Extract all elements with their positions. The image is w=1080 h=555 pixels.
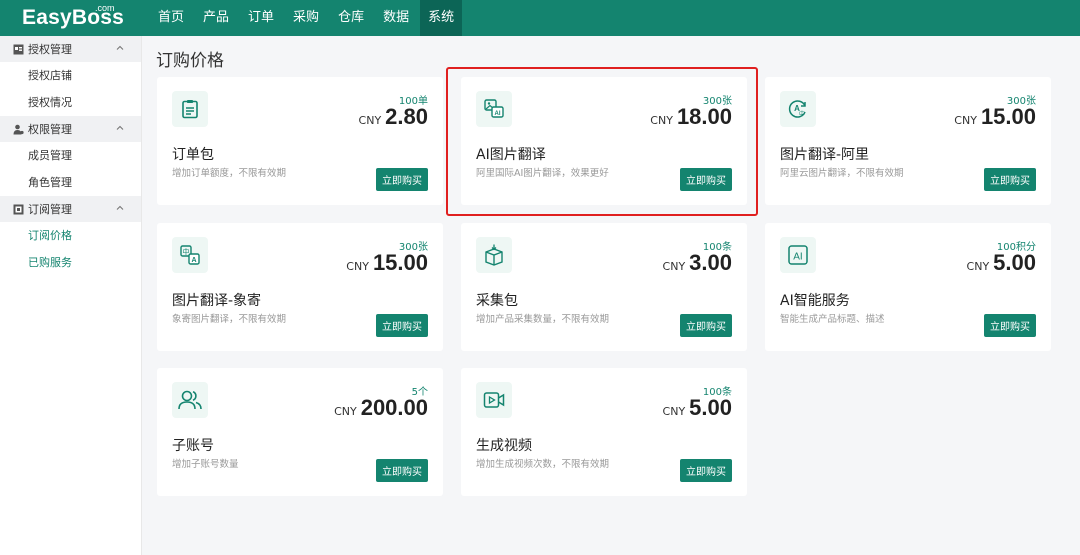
nav-home[interactable]: 首页 — [150, 0, 192, 36]
product-card-sub-account: 5个 CNY 200.00 子账号 增加子账号数量 立即购买 — [157, 368, 443, 496]
brand-logo[interactable]: EasyBoss .com — [0, 0, 142, 36]
sidebar-group-permissions[interactable]: 权限管理 — [0, 116, 141, 142]
product-name: 采集包 — [476, 293, 518, 309]
price-value: 5.00 — [993, 250, 1036, 275]
buy-now-button[interactable]: 立即购买 — [376, 314, 428, 337]
box-download-icon — [476, 237, 512, 273]
price-value: 18.00 — [676, 104, 732, 129]
svg-text:A: A — [191, 257, 196, 264]
price-value: 15.00 — [372, 250, 428, 275]
clipboard-icon — [172, 91, 208, 127]
currency: CNY — [662, 405, 686, 418]
ai-image-translate-icon: AI — [476, 91, 512, 127]
product-price: CNY 2.80 — [359, 104, 428, 130]
main-nav: 首页 产品 订单 采购 仓库 数据 系统 — [150, 0, 465, 36]
nav-products[interactable]: 产品 — [195, 0, 237, 36]
currency: CNY — [358, 114, 382, 127]
product-description: 增加子账号数量 — [172, 459, 239, 470]
translate-cycle-icon: A中 — [780, 91, 816, 127]
product-name: 订单包 — [172, 147, 214, 163]
product-description: 增加订单额度，不限有效期 — [172, 168, 287, 179]
product-description: 象寄图片翻译，不限有效期 — [172, 314, 287, 325]
price-value: 3.00 — [689, 250, 732, 275]
product-description: 增加产品采集数量，不限有效期 — [476, 314, 610, 325]
nav-data[interactable]: 数据 — [375, 0, 417, 36]
buy-now-button[interactable]: 立即购买 — [680, 459, 732, 482]
users-icon — [172, 382, 208, 418]
chevron-up-icon — [116, 205, 124, 210]
product-card-ai-image-translate: AI 300张 CNY 18.00 AI图片翻译 阿里国际AI图片翻译，效果更好 … — [461, 77, 747, 205]
product-card-ai-service: AI 100积分 CNY 5.00 AI智能服务 智能生成产品标题、描述 立即购买 — [765, 223, 1051, 351]
chevron-up-icon — [116, 45, 124, 50]
buy-now-button[interactable]: 立即购买 — [376, 168, 428, 191]
nav-orders[interactable]: 订单 — [240, 0, 282, 36]
currency: CNY — [662, 260, 686, 273]
chevron-up-icon — [116, 125, 124, 130]
product-price: CNY 18.00 — [650, 104, 732, 130]
svg-text:中: 中 — [799, 110, 805, 118]
product-card-image-translate-ali: A中 300张 CNY 15.00 图片翻译-阿里 阿里云图片翻译，不限有效期 立… — [765, 77, 1051, 205]
sidebar-item-authorization-status[interactable]: 授权情况 — [0, 89, 141, 116]
product-name: 图片翻译-象寄 — [172, 293, 262, 309]
product-name: 生成视频 — [476, 438, 532, 454]
product-card-image-translate-xiangji: 中A 300张 CNY 15.00 图片翻译-象寄 象寄图片翻译，不限有效期 立即… — [157, 223, 443, 351]
product-card-generate-video: 100条 CNY 5.00 生成视频 增加生成视频次数，不限有效期 立即购买 — [461, 368, 747, 496]
product-description: 阿里云图片翻译，不限有效期 — [780, 168, 904, 179]
product-price: CNY 5.00 — [663, 395, 732, 421]
buy-now-button[interactable]: 立即购买 — [984, 314, 1036, 337]
sidebar-item-roles[interactable]: 角色管理 — [0, 169, 141, 196]
price-value: 200.00 — [360, 395, 428, 420]
product-card-order-pack: 100单 CNY 2.80 订单包 增加订单额度，不限有效期 立即购买 — [157, 77, 443, 205]
product-price: CNY 5.00 — [967, 250, 1036, 276]
sidebar: 授权管理 授权店铺 授权情况 权限管理 成员管理 角色管理 订阅管理 订阅价格 … — [0, 36, 142, 555]
sidebar-item-subscription-price[interactable]: 订阅价格 — [0, 222, 141, 249]
svg-text:AI: AI — [495, 111, 501, 117]
translate-icon: 中A — [172, 237, 208, 273]
buy-now-button[interactable]: 立即购买 — [680, 314, 732, 337]
product-name: AI图片翻译 — [476, 147, 546, 163]
store-icon — [12, 43, 24, 55]
product-price: CNY 200.00 — [334, 395, 428, 421]
currency: CNY — [650, 114, 673, 127]
top-bar: EasyBoss .com 首页 产品 订单 采购 仓库 数据 系统 — [0, 0, 1080, 36]
buy-now-button[interactable]: 立即购买 — [680, 168, 732, 191]
sidebar-group-label: 权限管理 — [28, 123, 72, 136]
sidebar-group-label: 订阅管理 — [28, 203, 72, 216]
page-title: 订购价格 — [156, 51, 224, 71]
currency: CNY — [346, 260, 369, 273]
buy-now-button[interactable]: 立即购买 — [376, 459, 428, 482]
product-card-collect-pack: 100条 CNY 3.00 采集包 增加产品采集数量，不限有效期 立即购买 — [461, 223, 747, 351]
nav-warehouse[interactable]: 仓库 — [330, 0, 372, 36]
buy-now-button[interactable]: 立即购买 — [984, 168, 1036, 191]
sidebar-item-members[interactable]: 成员管理 — [0, 142, 141, 169]
sidebar-group-label: 授权管理 — [28, 43, 72, 56]
brand-suffix: .com — [95, 3, 115, 13]
subscription-icon — [12, 203, 24, 215]
product-price: CNY 3.00 — [663, 250, 732, 276]
product-name: AI智能服务 — [780, 293, 850, 309]
currency: CNY — [966, 260, 990, 273]
price-value: 2.80 — [385, 104, 428, 129]
nav-system[interactable]: 系统 — [420, 0, 463, 36]
product-description: 增加生成视频次数，不限有效期 — [476, 459, 610, 470]
sidebar-group-subscription[interactable]: 订阅管理 — [0, 196, 141, 222]
svg-text:AI: AI — [793, 252, 802, 263]
product-description: 阿里国际AI图片翻译，效果更好 — [476, 168, 609, 179]
currency: CNY — [334, 405, 357, 418]
product-description: 智能生成产品标题、描述 — [780, 314, 885, 325]
nav-purchase[interactable]: 采购 — [285, 0, 327, 36]
product-name: 子账号 — [172, 438, 214, 454]
price-value: 15.00 — [980, 104, 1036, 129]
ai-icon: AI — [780, 237, 816, 273]
product-name: 图片翻译-阿里 — [780, 147, 870, 163]
sidebar-item-authorized-stores[interactable]: 授权店铺 — [0, 62, 141, 89]
video-icon — [476, 382, 512, 418]
product-price: CNY 15.00 — [954, 104, 1036, 130]
sidebar-item-purchased-services[interactable]: 已购服务 — [0, 249, 141, 276]
product-price: CNY 15.00 — [346, 250, 428, 276]
user-key-icon — [12, 123, 24, 135]
sidebar-group-authorization[interactable]: 授权管理 — [0, 36, 141, 62]
price-value: 5.00 — [689, 395, 732, 420]
currency: CNY — [954, 114, 977, 127]
